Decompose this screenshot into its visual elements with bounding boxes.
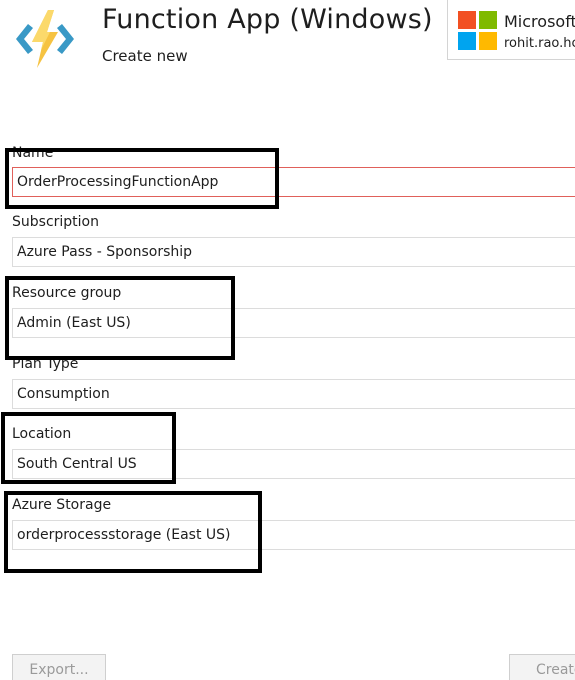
plan-type-label: Plan Type xyxy=(12,356,79,372)
storage-select[interactable]: orderprocessstorage (East US) xyxy=(12,520,575,550)
azure-functions-icon xyxy=(16,10,74,68)
location-select[interactable]: South Central US xyxy=(12,449,575,479)
account-company: Microsoft xyxy=(504,12,575,31)
storage-label: Azure Storage xyxy=(12,497,112,513)
account-card[interactable]: Microsoft rohit.rao.hc xyxy=(447,0,575,60)
resource-group-label: Resource group xyxy=(12,285,122,301)
plan-type-select[interactable]: Consumption xyxy=(12,379,575,409)
app-subtitle: Create new xyxy=(102,47,188,65)
location-label: Location xyxy=(12,426,72,442)
export-button[interactable]: Export... xyxy=(12,654,106,680)
function-app-create-dialog: Function App (Windows) Create new Micros… xyxy=(0,0,575,680)
account-email: rohit.rao.hc xyxy=(504,36,575,51)
name-label: Name xyxy=(12,145,54,161)
microsoft-logo-icon xyxy=(458,11,497,50)
subscription-label: Subscription xyxy=(12,214,99,230)
create-button[interactable]: Create xyxy=(509,654,575,680)
name-input[interactable]: OrderProcessingFunctionApp xyxy=(12,167,575,197)
resource-group-select[interactable]: Admin (East US) xyxy=(12,308,575,338)
subscription-select[interactable]: Azure Pass - Sponsorship xyxy=(12,237,575,267)
app-title: Function App (Windows) xyxy=(102,4,433,35)
